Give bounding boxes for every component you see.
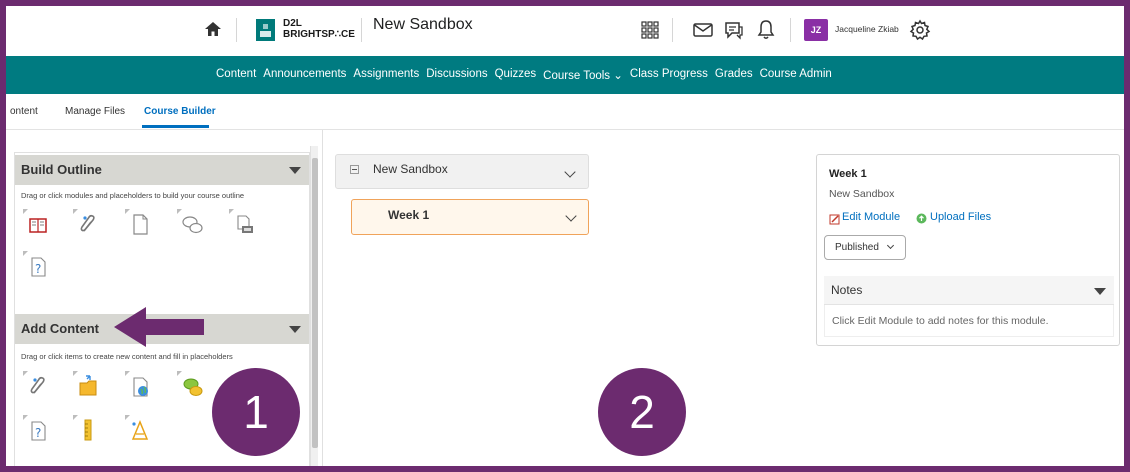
publish-status-value: Published [835,242,879,253]
outline-module-title: Week 1 [388,208,430,222]
add-content-description: Drag or click items to create new conten… [21,352,233,361]
nav-discussions[interactable]: Discussions [426,68,487,82]
collapse-minus-icon[interactable] [350,165,359,174]
collapse-caret-icon[interactable] [289,326,301,333]
logo-line-1: D2L [283,18,302,29]
nav-course-admin[interactable]: Course Admin [760,68,832,82]
logo-line-2: BRIGHTSP∴CE [283,29,355,40]
publish-status-dropdown[interactable]: Published [824,235,906,260]
nav-content[interactable]: Content [216,68,256,82]
nav-course-tools[interactable]: Course Tools ⌄ [543,68,623,82]
paperclip-icon[interactable] [23,371,53,401]
notes-title: Notes [831,283,863,297]
collapse-caret-icon[interactable] [289,167,301,174]
course-title[interactable]: New Sandbox [373,16,473,34]
outline-root-new-sandbox[interactable]: New Sandbox [335,154,589,189]
edit-module-icon[interactable] [829,213,841,225]
svg-text:?: ? [35,426,41,440]
chevron-down-icon[interactable] [564,166,576,178]
panel-divider [322,130,323,466]
app-frame: D2L BRIGHTSP∴CE New Sandbox JZ Jacquelin… [6,6,1124,466]
user-name[interactable]: Jacqueline Zkiab [835,24,899,34]
course-navbar: Content Announcements Assignments Discus… [6,56,1124,94]
nav-items: Content Announcements Assignments Discus… [216,68,832,82]
discussion-bubbles-icon[interactable] [177,371,207,401]
folder-icon[interactable] [73,371,103,401]
notes-body: Click Edit Module to add notes for this … [824,305,1114,337]
add-content-title: Add Content [21,321,99,336]
tab-course-builder[interactable]: Course Builder [144,106,216,117]
brightspace-logo-mark[interactable] [256,19,275,41]
gear-icon[interactable] [908,18,932,42]
separator [236,18,237,42]
nav-announcements[interactable]: Announcements [263,68,346,82]
quiz-icon[interactable]: ? [23,251,53,281]
nav-assignments[interactable]: Assignments [353,68,419,82]
left-arrow-annotation-icon [114,307,146,347]
notes-header[interactable]: Notes [824,276,1114,305]
build-outline-description: Drag or click modules and placeholders t… [21,191,245,200]
separator [361,18,362,42]
outline-module-week-1[interactable]: Week 1 [351,199,589,235]
mail-icon[interactable] [691,18,715,42]
chevron-down-icon [886,241,895,250]
bell-icon[interactable] [754,18,778,42]
active-tab-indicator [142,125,209,128]
dropbox-icon[interactable] [229,209,259,239]
scrollbar-thumb[interactable] [312,158,318,448]
build-outline-title: Build Outline [21,162,102,177]
top-bar: D2L BRIGHTSP∴CE New Sandbox JZ Jacquelin… [6,6,1124,54]
separator [790,18,791,42]
web-page-icon[interactable] [125,371,155,401]
outline-root-title: New Sandbox [373,162,448,176]
step-badge-1: 1 [212,368,300,456]
nav-class-progress[interactable]: Class Progress [630,68,708,82]
chevron-down-icon[interactable] [565,210,577,222]
module-title: Week 1 [829,168,867,180]
separator [672,18,673,42]
paperclip-icon[interactable] [73,209,103,239]
step-badge-2: 2 [598,368,686,456]
discussion-bubbles-icon[interactable] [177,209,207,239]
avatar[interactable]: JZ [804,19,828,41]
svg-text:?: ? [35,262,41,276]
sub-tabs: ontent Manage Files Course Builder [6,94,1124,130]
notes-placeholder-text: Click Edit Module to add notes for this … [832,315,1049,327]
nav-grades[interactable]: Grades [715,68,753,82]
module-parent: New Sandbox [829,188,895,200]
upload-files-link[interactable]: Upload Files [930,211,991,223]
tab-content[interactable]: ontent [10,106,38,117]
waffle-grid-icon[interactable] [638,18,662,42]
book-icon[interactable] [23,209,53,239]
upload-icon[interactable] [916,213,927,224]
left-arrow-annotation-shaft [146,319,204,335]
tab-manage-files[interactable]: Manage Files [65,106,125,117]
survey-icon[interactable] [125,415,155,445]
collapse-caret-icon[interactable] [1094,288,1106,295]
ruler-icon[interactable] [73,415,103,445]
nav-quizzes[interactable]: Quizzes [495,68,537,82]
module-details-panel: Week 1 New Sandbox Edit Module Upload Fi… [816,154,1120,346]
chat-icon[interactable] [722,18,746,42]
edit-module-link[interactable]: Edit Module [842,211,900,223]
home-icon[interactable] [202,18,224,40]
build-outline-header[interactable]: Build Outline [15,155,309,185]
toolbox-scrollbar[interactable] [310,146,318,466]
document-icon[interactable] [125,209,155,239]
quiz-icon[interactable]: ? [23,415,53,445]
brightspace-logo[interactable]: D2L BRIGHTSP∴CE [283,18,355,40]
